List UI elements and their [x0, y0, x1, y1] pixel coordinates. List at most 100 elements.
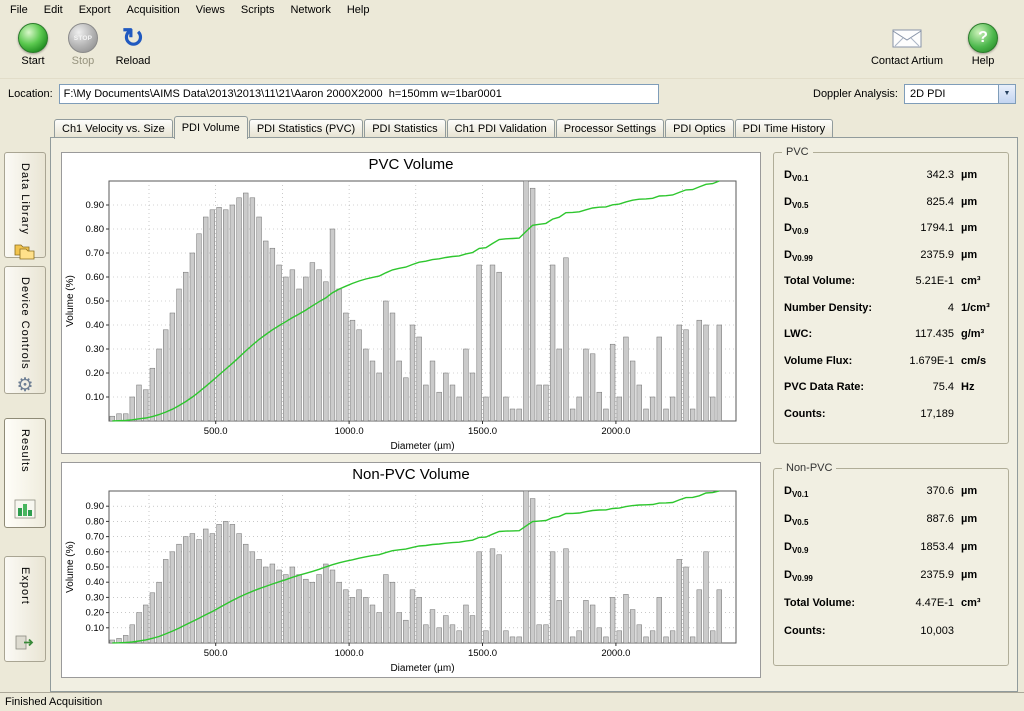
tab-processor-settings[interactable]: Processor Settings: [556, 119, 664, 138]
sidebar-item-label: Device Controls: [19, 277, 31, 370]
help-icon: ?: [968, 23, 998, 53]
pvc-stats-rows: DV0.1342.3µmDV0.5825.4µmDV0.91794.1µmDV0…: [784, 169, 998, 434]
stat-row: PVC Data Rate:75.4Hz: [784, 381, 998, 408]
sidebar-item-export[interactable]: Export: [4, 556, 46, 662]
stat-value: 5.21E-1: [892, 275, 954, 287]
svg-text:Volume (%): Volume (%): [65, 275, 76, 327]
tab-ch1-velocity-vs-size[interactable]: Ch1 Velocity vs. Size: [54, 119, 173, 138]
stat-value: 887.6: [892, 513, 954, 525]
reload-label: Reload: [116, 55, 151, 67]
sidebar-item-label: Results: [19, 429, 31, 473]
non-pvc-chart-title: Non-PVC Volume: [62, 463, 760, 485]
pdi-volume-panel: PVC Volume 0.100.200.300.400.500.600.700…: [50, 137, 1018, 692]
stat-value: 2375.9: [892, 249, 954, 261]
sidebar-item-device-controls[interactable]: Device Controls ⚙: [4, 266, 46, 394]
stat-value: 17,189: [892, 408, 954, 420]
tab-pdi-optics[interactable]: PDI Optics: [665, 119, 734, 138]
stat-unit: µm: [954, 222, 998, 234]
svg-text:0.60: 0.60: [86, 547, 105, 558]
stat-row: Total Volume: 5.21E-1cm³: [784, 275, 998, 302]
contact-artium-button[interactable]: Contact Artium: [872, 23, 942, 67]
stat-value: 4: [892, 302, 954, 314]
menu-network[interactable]: Network: [282, 0, 338, 20]
stat-label: Volume Flux:: [784, 355, 852, 367]
stat-value: 1853.4: [892, 541, 954, 553]
location-row: Location: Doppler Analysis: 2D PDI ▼: [0, 78, 1024, 108]
pvc-volume-chart-panel: PVC Volume 0.100.200.300.400.500.600.700…: [61, 152, 761, 454]
reload-button[interactable]: ↻ Reload: [110, 23, 156, 67]
stat-row: Number Density:41/cm³: [784, 302, 998, 329]
tab-ch1-pdi-validation[interactable]: Ch1 PDI Validation: [447, 119, 555, 138]
svg-text:500.0: 500.0: [204, 426, 228, 437]
sidebar: Data Library Device Controls ⚙ Results E…: [0, 116, 50, 692]
stat-label: DV0.9: [784, 222, 808, 236]
status-bar: Finished Acquisition: [0, 692, 1024, 711]
stat-row: DV0.5825.4µm: [784, 196, 998, 223]
menu-file[interactable]: File: [2, 0, 36, 20]
svg-text:1500.0: 1500.0: [468, 648, 497, 659]
stat-value: 1.679E-1: [892, 355, 954, 367]
non-pvc-volume-chart-panel: Non-PVC Volume 0.100.200.300.400.500.600…: [61, 462, 761, 678]
doppler-analysis-value: 2D PDI: [905, 85, 998, 103]
stat-unit: µm: [954, 485, 998, 497]
tab-pdi-statistics[interactable]: PDI Statistics: [364, 119, 445, 138]
help-button[interactable]: ? Help: [960, 23, 1006, 67]
svg-text:0.30: 0.30: [86, 592, 105, 603]
stat-value: 1794.1: [892, 222, 954, 234]
gear-icon: ⚙: [16, 376, 33, 396]
start-button[interactable]: Start: [10, 23, 56, 67]
stat-value: 117.435: [892, 328, 954, 340]
start-icon: [18, 23, 48, 53]
folders-icon: [13, 241, 37, 261]
menu-acquisition[interactable]: Acquisition: [119, 0, 188, 20]
tab-pdi-volume[interactable]: PDI Volume: [174, 116, 248, 139]
stop-icon: STOP: [68, 23, 98, 53]
content-pane: Ch1 Velocity vs. Size PDI Volume PDI Sta…: [50, 116, 1018, 692]
stat-row: Total Volume:4.47E-1cm³: [784, 597, 998, 625]
svg-text:Diameter (µm): Diameter (µm): [390, 441, 454, 452]
stat-row: DV0.1342.3µm: [784, 169, 998, 196]
stat-value: 10,003: [892, 625, 954, 637]
non-pvc-stats-group: Non-PVC DV0.1370.6µmDV0.5887.6µmDV0.9185…: [773, 468, 1009, 666]
svg-text:0.70: 0.70: [86, 248, 105, 259]
svg-text:0.50: 0.50: [86, 562, 105, 573]
menu-scripts[interactable]: Scripts: [233, 0, 283, 20]
stat-row: DV0.1370.6µm: [784, 485, 998, 513]
stat-row: Counts: 17,189: [784, 408, 998, 435]
stat-label: DV0.1: [784, 169, 808, 183]
chevron-down-icon[interactable]: ▼: [998, 85, 1015, 103]
stat-label: DV0.5: [784, 513, 808, 527]
stat-label: Counts:: [784, 408, 826, 420]
non-pvc-stats-rows: DV0.1370.6µmDV0.5887.6µmDV0.91853.4µmDV0…: [784, 485, 998, 653]
svg-text:0.80: 0.80: [86, 516, 105, 527]
menu-export[interactable]: Export: [71, 0, 119, 20]
svg-text:0.20: 0.20: [86, 368, 105, 379]
export-icon: [14, 633, 36, 653]
sidebar-item-data-library[interactable]: Data Library: [4, 152, 46, 258]
stat-unit: µm: [954, 249, 998, 261]
stat-label: DV0.1: [784, 485, 808, 499]
svg-text:0.10: 0.10: [86, 392, 105, 403]
toolbar: Start STOP Stop ↻ Reload Contact Artium …: [0, 20, 1024, 78]
stat-unit: cm³: [954, 597, 998, 609]
stat-label: LWC:: [784, 328, 812, 340]
tab-pdi-time-history[interactable]: PDI Time History: [735, 119, 834, 138]
svg-text:1500.0: 1500.0: [468, 426, 497, 437]
menu-bar: File Edit Export Acquisition Views Scrip…: [0, 0, 1024, 20]
stat-label: Total Volume:: [784, 275, 855, 287]
doppler-analysis: Doppler Analysis: 2D PDI ▼: [813, 84, 1016, 104]
menu-views[interactable]: Views: [188, 0, 233, 20]
stop-button[interactable]: STOP Stop: [60, 23, 106, 67]
stat-label: DV0.9: [784, 541, 808, 555]
tab-pdi-statistics-pvc[interactable]: PDI Statistics (PVC): [249, 119, 363, 138]
tab-bar: Ch1 Velocity vs. Size PDI Volume PDI Sta…: [50, 116, 1018, 138]
pvc-volume-chart: 0.100.200.300.400.500.600.700.800.90500.…: [62, 175, 748, 453]
sidebar-item-results[interactable]: Results: [4, 418, 46, 528]
menu-help[interactable]: Help: [339, 0, 378, 20]
stat-unit: cm³: [954, 275, 998, 287]
doppler-analysis-select[interactable]: 2D PDI ▼: [904, 84, 1016, 104]
menu-edit[interactable]: Edit: [36, 0, 71, 20]
stat-label: Counts:: [784, 625, 826, 637]
svg-text:0.60: 0.60: [86, 272, 105, 283]
location-input[interactable]: [59, 84, 659, 104]
